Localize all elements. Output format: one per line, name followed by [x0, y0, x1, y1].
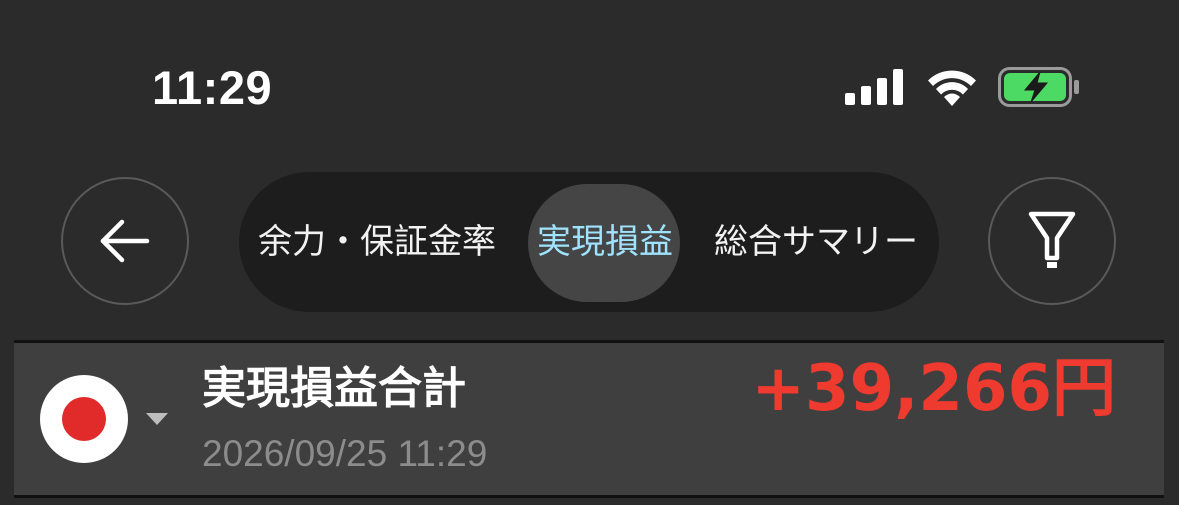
- summary-amount: +39,266円: [751, 352, 1116, 426]
- summary-title: 実現損益合計: [202, 363, 466, 414]
- filter-icon: [1028, 211, 1076, 268]
- japan-flag-icon[interactable]: [40, 375, 128, 463]
- filter-button[interactable]: [988, 177, 1116, 305]
- cellular-signal-icon: [845, 69, 903, 105]
- wifi-icon: [928, 70, 976, 106]
- tab-realized-pnl[interactable]: 実現損益: [537, 172, 673, 312]
- battery-charging-icon: [998, 67, 1079, 107]
- back-button[interactable]: [61, 177, 189, 305]
- arrow-left-icon: [100, 219, 150, 263]
- tab-margin-ratio[interactable]: 余力・保証金率: [258, 172, 496, 312]
- segmented-tab-bar: 余力・保証金率 実現損益 総合サマリー: [239, 172, 939, 312]
- screen: 11:29 余力・保証金率 実現損益 総合サマリー 実現損益合計 2026/09…: [0, 0, 1179, 505]
- tab-overall-summary[interactable]: 総合サマリー: [714, 172, 918, 312]
- status-time: 11:29: [152, 61, 273, 114]
- summary-date: 2026/09/25 11:29: [202, 433, 488, 474]
- realized-pnl-summary-row[interactable]: 実現損益合計 2026/09/25 11:29 +39,266円: [14, 340, 1164, 498]
- caret-down-icon[interactable]: [146, 413, 168, 425]
- flag-sun: [62, 397, 106, 441]
